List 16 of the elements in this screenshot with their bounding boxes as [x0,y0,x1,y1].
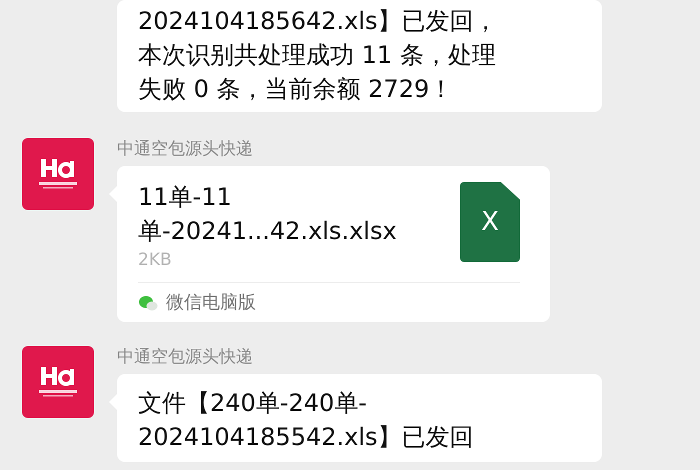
spreadsheet-icon: X [460,182,520,262]
file-size: 2KB [138,249,173,272]
source-label: 微信电脑版 [166,291,256,315]
file-card[interactable]: 11单-11 单-20241...42.xls.xlsx 2KB X 微信电脑版 [117,166,550,322]
avatar[interactable] [22,346,94,418]
file-name: 单-20241...42.xls.xlsx [138,216,397,247]
avatar[interactable] [22,138,94,210]
message-text: 文件【240单-240单- [138,388,368,419]
sender-name: 中通空包源头快递 [117,346,254,368]
chat-bubbles-icon [138,294,158,312]
sender-name: 中通空包源头快递 [117,138,254,160]
file-name: 11单-11 [138,182,233,213]
message-text: 失败 0 条，当前余额 2729！ [138,74,454,105]
message-text: 2024104185542.xls】已发回 [138,422,475,453]
message-text: 本次识别共处理成功 11 条，处理 [138,40,497,71]
message-text: 2024104185642.xls】已发回， [138,6,499,37]
